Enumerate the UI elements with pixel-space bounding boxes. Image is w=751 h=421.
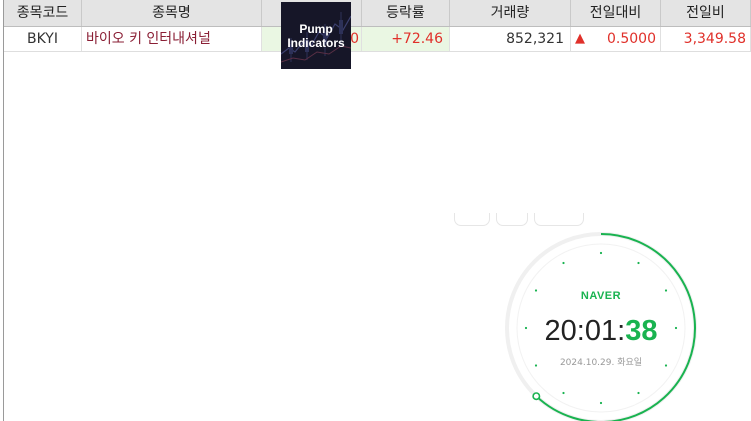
pump-text-line2: Indicators [287, 36, 345, 50]
clock-seconds: 38 [625, 315, 658, 347]
grid-header: 종목코드 종목명 등락률 거래량 전일대비 전일비 [4, 0, 751, 27]
naver-logo: NAVER [580, 290, 622, 302]
cell-change-rate[interactable]: +72.46 [362, 27, 450, 51]
cell-prev-ratio[interactable]: 3,349.58 [661, 27, 751, 51]
clock-face-icon [505, 232, 697, 421]
cell-stock-code[interactable]: BKYI [4, 27, 82, 51]
clock-hour-minute: 20:01: [544, 315, 626, 347]
table-row[interactable]: BKYI 바이오 키 인터내셔널 0 +72.46 852,321 ▲ 0.50… [4, 27, 751, 52]
header-stock-code[interactable]: 종목코드 [4, 0, 82, 26]
cell-volume[interactable]: 852,321 [450, 27, 571, 51]
cell-stock-name[interactable]: 바이오 키 인터내셔널 [82, 27, 262, 51]
clock-time: 20:01:38 [538, 315, 664, 347]
cell-prev-diff-value: 0.5000 [607, 31, 656, 47]
header-stock-name[interactable]: 종목명 [82, 0, 262, 26]
header-volume[interactable]: 거래량 [450, 0, 571, 26]
header-prev-ratio[interactable]: 전일비 [661, 0, 751, 26]
up-triangle-icon: ▲ [575, 31, 585, 46]
cell-prev-diff[interactable]: ▲ 0.5000 [571, 27, 661, 51]
pump-text-line1: Pump [299, 22, 333, 36]
pump-indicators-text: Pump Indicators [281, 22, 351, 50]
pump-indicators-logo: Pump Indicators [281, 2, 351, 69]
screen: 종목코드 종목명 등락률 거래량 전일대비 전일비 BKYI 바이오 키 인터내… [0, 0, 751, 421]
clock-date: 2024.10.29. 화요일 [559, 358, 643, 368]
window-left-border [3, 0, 4, 421]
header-change-rate[interactable]: 등락률 [362, 0, 450, 26]
header-prev-diff[interactable]: 전일대비 [571, 0, 661, 26]
naver-clock-widget: NAVER 20:01:38 2024.10.29. 화요일 [452, 205, 751, 421]
